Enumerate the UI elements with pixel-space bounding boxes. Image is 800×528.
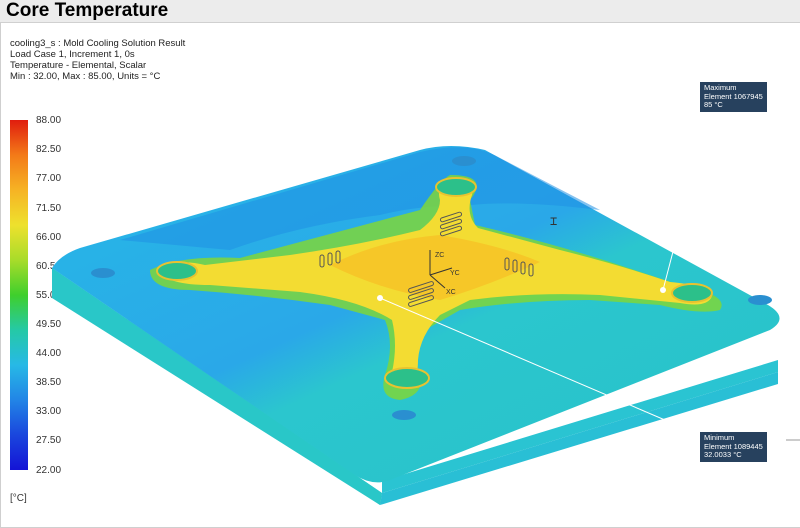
min-marker bbox=[377, 295, 383, 301]
triad-zc: ZC bbox=[435, 252, 444, 259]
frame-left bbox=[0, 22, 1, 528]
hole-right bbox=[671, 283, 713, 303]
corner-hole bbox=[91, 268, 115, 278]
corner-hole bbox=[748, 295, 772, 305]
max-marker bbox=[660, 287, 666, 293]
minimum-callout: Minimum Element 1089445 32.0033 °C bbox=[700, 432, 767, 462]
hole-bottom bbox=[384, 367, 430, 389]
triad-yc: YC bbox=[450, 270, 460, 277]
title-bar: Core Temperature bbox=[0, 0, 800, 23]
hole-left bbox=[156, 261, 198, 281]
corner-hole bbox=[452, 156, 476, 166]
hole-top bbox=[435, 177, 477, 197]
corner-hole bbox=[392, 410, 416, 420]
model-viewport[interactable]: ZC YC XC bbox=[0, 23, 800, 528]
minimum-value: 32.0033 °C bbox=[704, 450, 742, 459]
triad-xc: XC bbox=[446, 289, 456, 296]
text-cursor-icon: ⌶ bbox=[550, 214, 558, 228]
maximum-callout: Maximum Element 1067945 85 °C bbox=[700, 82, 767, 112]
maximum-value: 85 °C bbox=[704, 100, 723, 109]
window-title: Core Temperature bbox=[6, 0, 169, 21]
